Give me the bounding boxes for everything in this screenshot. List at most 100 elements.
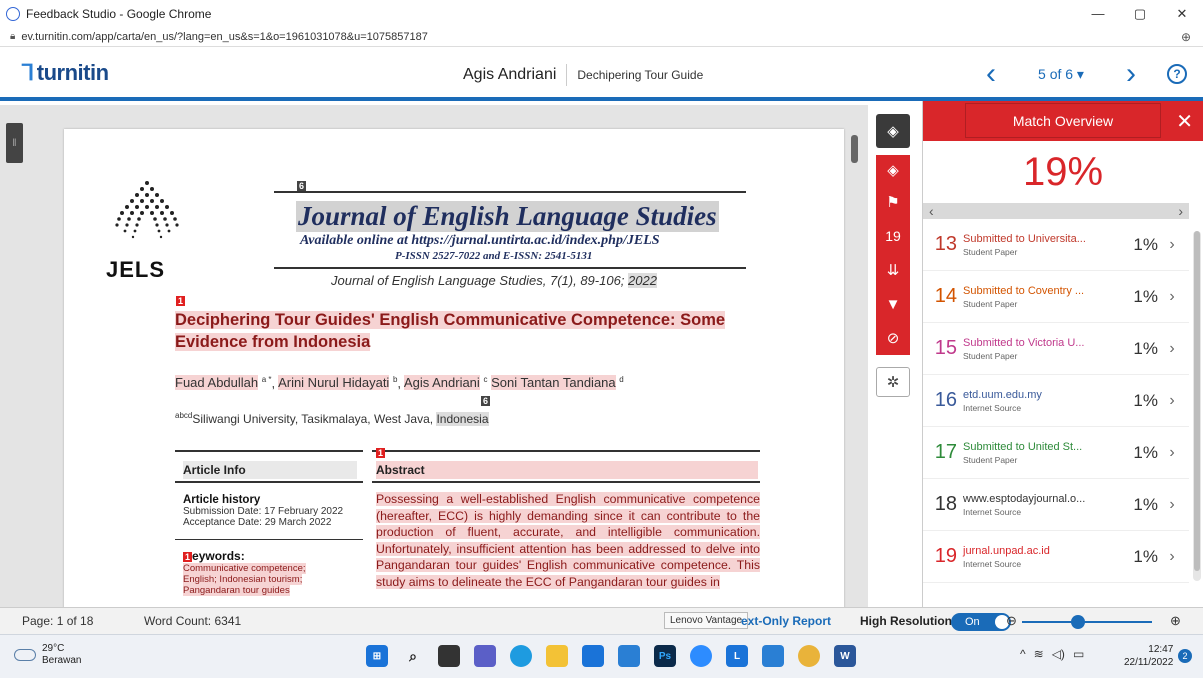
- layers-icon[interactable]: ◈: [876, 114, 910, 148]
- zoom-in-icon[interactable]: ⊕: [1170, 613, 1181, 629]
- chevron-right-icon[interactable]: ›: [1158, 288, 1186, 306]
- match-count-badge[interactable]: 19: [876, 219, 910, 253]
- author-2: Arini Nurul Hidayati: [278, 375, 390, 391]
- match-source-title[interactable]: www.esptodayjournal.o...: [963, 493, 1098, 505]
- match-row[interactable]: 18 www.esptodayjournal.o... Internet Sourc…: [923, 479, 1189, 531]
- task-view-icon[interactable]: [438, 645, 460, 667]
- system-tray[interactable]: ^ ≋ ◁) ▭: [1020, 647, 1092, 661]
- match-source-type: Student Paper: [963, 246, 1018, 257]
- document-title: Dechipering Tour Guide: [577, 68, 704, 82]
- help-icon[interactable]: ?: [1167, 64, 1187, 84]
- match-marker-1c[interactable]: 1: [183, 552, 193, 562]
- chrome-icon[interactable]: [798, 645, 820, 667]
- match-source-title[interactable]: Submitted to Coventry ...: [963, 285, 1098, 297]
- photoshop-icon[interactable]: Ps: [654, 645, 676, 667]
- match-overview-tab[interactable]: Match Overview: [965, 103, 1161, 138]
- match-percentage: 1%: [1133, 234, 1158, 254]
- zoom-slider-knob[interactable]: [1071, 615, 1085, 629]
- high-resolution-toggle[interactable]: On: [951, 613, 1011, 631]
- match-source-title[interactable]: Submitted to United St...: [963, 441, 1098, 453]
- paper-title: Deciphering Tour Guides' English Communi…: [175, 311, 726, 351]
- match-row[interactable]: 17 Submitted to United St... Student Paper…: [923, 427, 1189, 479]
- windows-start-icon[interactable]: ⊞: [366, 645, 388, 667]
- flag-icon[interactable]: ⚑: [876, 185, 910, 219]
- tray-expand-icon[interactable]: ^: [1020, 647, 1026, 661]
- photos-icon[interactable]: [618, 645, 640, 667]
- close-window-button[interactable]: ✕: [1161, 0, 1203, 27]
- author-list: Fuad Abdullah a *, Arini Nurul Hidayati …: [175, 375, 624, 391]
- paper-selector[interactable]: 5 of 6 ▾: [1011, 66, 1111, 83]
- section-rule-right: [372, 450, 760, 452]
- window-title: Feedback Studio - Google Chrome: [26, 6, 212, 21]
- cloud-icon: [14, 649, 36, 661]
- previous-paper-icon[interactable]: ‹: [971, 57, 1011, 91]
- sidebar-toggle-handle[interactable]: ‖: [6, 123, 23, 163]
- viewer-scrollbar[interactable]: [851, 135, 858, 163]
- teams-icon[interactable]: L: [726, 645, 748, 667]
- chevron-right-icon[interactable]: ›: [1158, 392, 1186, 410]
- minimize-button[interactable]: —: [1077, 0, 1119, 27]
- chevron-right-icon[interactable]: ›: [1158, 236, 1186, 254]
- affiliation: abcdSiliwangi University, Tasikmalaya, W…: [175, 411, 489, 426]
- sort-icon[interactable]: ⇊: [876, 253, 910, 287]
- panel-scrollbar[interactable]: [1193, 231, 1201, 581]
- zoom-out-icon[interactable]: ⊖: [1006, 613, 1017, 629]
- battery-icon[interactable]: ▭: [1073, 647, 1084, 661]
- turnitin-logo[interactable]: ⅂ turnitin: [22, 60, 109, 86]
- match-marker-6[interactable]: 6: [297, 181, 307, 191]
- match-overview-icon[interactable]: ◈: [876, 155, 910, 185]
- feedback-studio-icon: [6, 6, 20, 21]
- wifi-icon[interactable]: ≋: [1034, 647, 1044, 661]
- match-source-title[interactable]: etd.uum.edu.my: [963, 389, 1098, 401]
- panel-scroll-thumb[interactable]: [1194, 231, 1200, 571]
- maximize-button[interactable]: ▢: [1119, 0, 1161, 27]
- exclude-icon[interactable]: ⊘: [876, 321, 910, 355]
- chat-icon[interactable]: [474, 645, 496, 667]
- document-viewer[interactable]: ‖ JELS 6 Journal of English Language Stu…: [0, 105, 868, 607]
- match-marker-6b[interactable]: 6: [481, 396, 491, 406]
- keywords-block: 1 eywords: Communicative competence; Engl…: [183, 549, 306, 596]
- match-row[interactable]: 16 etd.uum.edu.my Internet Source 1% ›: [923, 375, 1189, 427]
- notification-badge[interactable]: 2: [1178, 649, 1192, 663]
- match-marker-1[interactable]: 1: [176, 296, 186, 306]
- chevron-right-icon[interactable]: ›: [1158, 340, 1186, 358]
- match-marker-1b[interactable]: 1: [376, 448, 386, 458]
- scroll-left-icon[interactable]: ‹: [929, 203, 934, 219]
- address-bar[interactable]: 🔒︎ ev.turnitin.com/app/carta/en_us/?lang…: [0, 27, 1203, 47]
- match-row[interactable]: 19 jurnal.unpad.ac.id Internet Source 1% ›: [923, 531, 1189, 583]
- zoom-app-icon[interactable]: [690, 645, 712, 667]
- match-row[interactable]: 13 Submitted to Universita... Student Pape…: [923, 219, 1189, 271]
- text-only-report-link[interactable]: ext-Only Report: [741, 614, 831, 628]
- match-source-title[interactable]: Submitted to Victoria U...: [963, 337, 1098, 349]
- file-explorer-icon[interactable]: [546, 645, 568, 667]
- browser-title-bar: Feedback Studio - Google Chrome — ▢ ✕: [0, 0, 1203, 27]
- clock[interactable]: 12:47 22/11/2022: [1124, 643, 1173, 669]
- edge-icon[interactable]: [510, 645, 532, 667]
- volume-icon[interactable]: ◁): [1052, 647, 1065, 661]
- match-number: 16: [934, 389, 957, 411]
- mail-icon[interactable]: [582, 645, 604, 667]
- settings-gear-icon[interactable]: ✲: [876, 367, 910, 397]
- match-source-title[interactable]: jurnal.unpad.ac.id: [963, 545, 1098, 557]
- match-source-type: Student Paper: [963, 298, 1018, 309]
- zoom-icon[interactable]: ⊕: [1181, 30, 1191, 44]
- scroll-right-icon[interactable]: ›: [1178, 203, 1183, 219]
- abstract-heading: Abstract: [376, 461, 758, 479]
- chevron-right-icon[interactable]: ›: [1158, 548, 1186, 566]
- store-icon[interactable]: [762, 645, 784, 667]
- horizontal-scrollbar[interactable]: ‹ ›: [923, 203, 1189, 219]
- chevron-right-icon[interactable]: ›: [1158, 444, 1186, 462]
- url-text[interactable]: ev.turnitin.com/app/carta/en_us/?lang=en…: [21, 31, 428, 43]
- chevron-right-icon[interactable]: ›: [1158, 496, 1186, 514]
- zoom-slider[interactable]: [1022, 621, 1152, 623]
- next-paper-icon[interactable]: ›: [1111, 57, 1151, 91]
- search-icon[interactable]: ⌕: [402, 645, 424, 667]
- match-source-title[interactable]: Submitted to Universita...: [963, 233, 1098, 245]
- lock-icon[interactable]: 🔒︎: [10, 31, 15, 42]
- weather-widget[interactable]: 29°C Berawan: [14, 643, 81, 667]
- close-panel-icon[interactable]: ✕: [1176, 109, 1193, 134]
- word-icon[interactable]: W: [834, 645, 856, 667]
- match-row[interactable]: 14 Submitted to Coventry ... Student Paper…: [923, 271, 1189, 323]
- match-row[interactable]: 15 Submitted to Victoria U... Student Pape…: [923, 323, 1189, 375]
- filter-icon[interactable]: ▼: [876, 287, 910, 321]
